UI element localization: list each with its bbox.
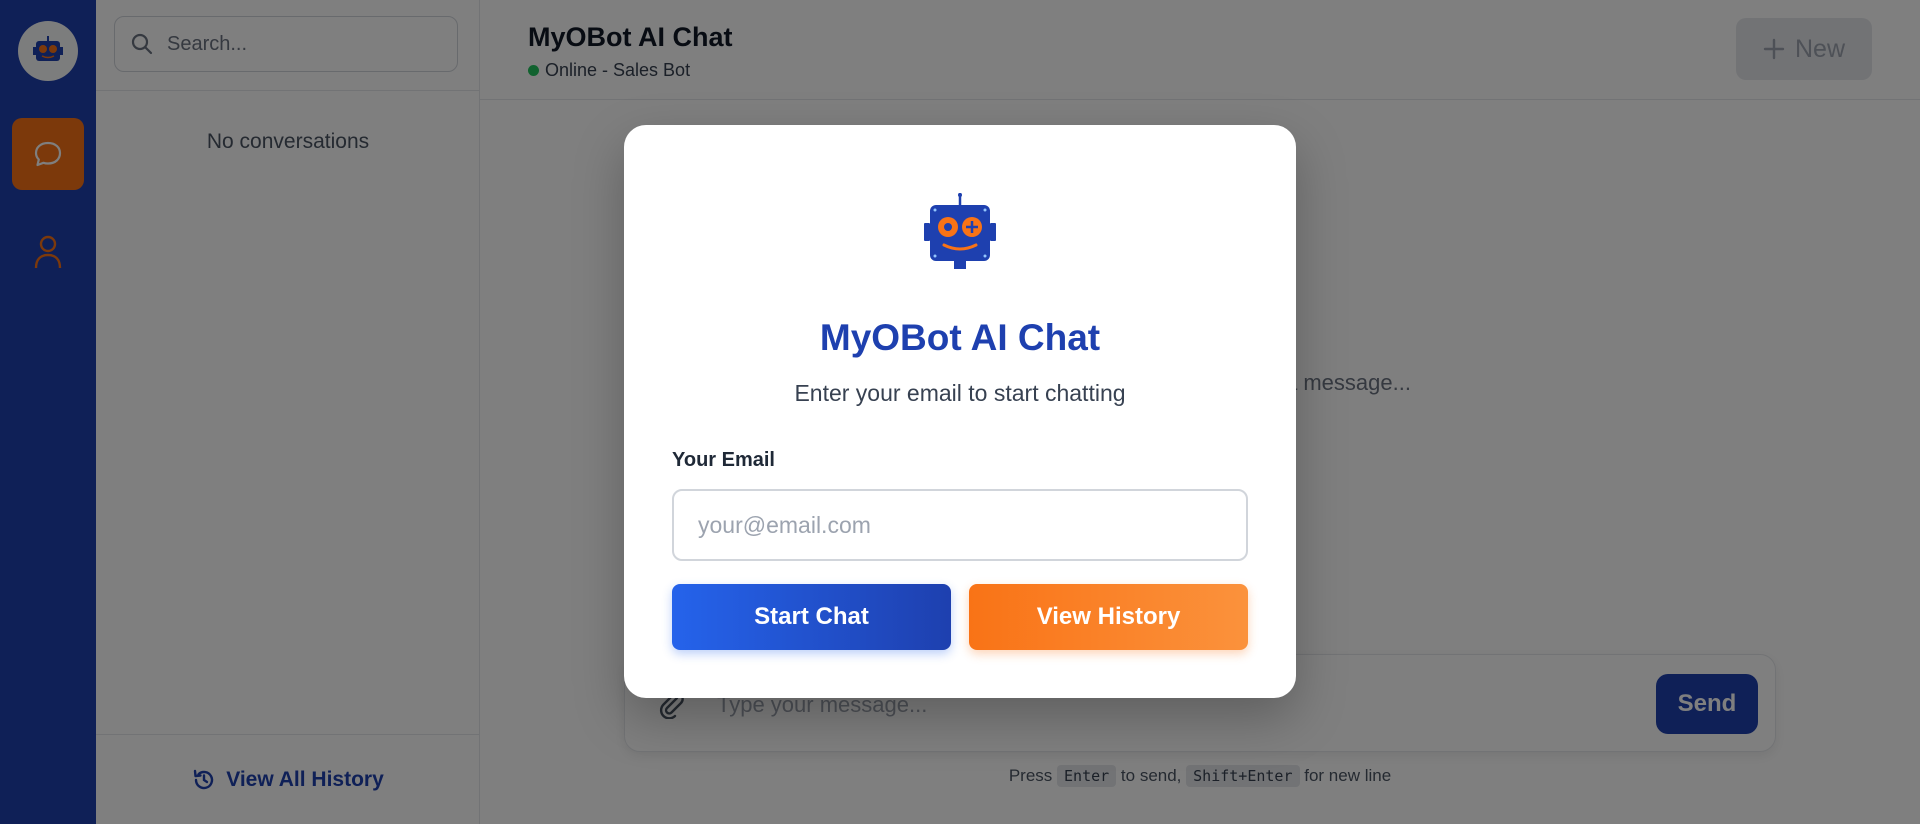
email-modal: MyOBot AI Chat Enter your email to start…	[624, 125, 1296, 698]
modal-title: MyOBot AI Chat	[819, 317, 1101, 358]
start-chat-button[interactable]: Start Chat	[672, 584, 951, 650]
modal-subtitle: Enter your email to start chatting	[794, 380, 1126, 406]
email-field[interactable]	[672, 489, 1248, 561]
robot-icon	[924, 193, 996, 269]
email-label: Your Email	[672, 449, 775, 471]
view-history-button[interactable]: View History	[969, 584, 1248, 650]
